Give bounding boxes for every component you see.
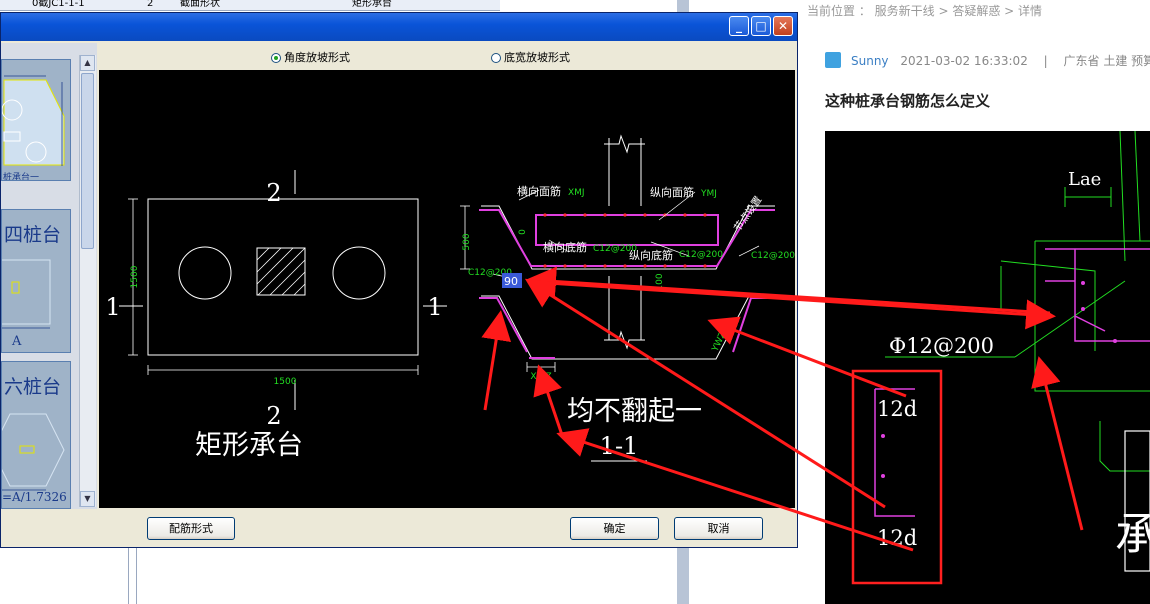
pile-cap-thumbnail-drawing [2,75,65,166]
minimize-button[interactable]: _ [729,16,749,36]
thumbnail-six-pile-cap[interactable]: 六桩台 =A/1.7326 [1,361,71,509]
cad-drawing-canvas[interactable]: 1500 1500 2 2 1 1 矩形承台 横向面筋 XMJ 纵向面筋 YMJ… [99,70,795,508]
section-mark-top: 2 [266,179,281,207]
section-view [460,134,775,372]
post-meta: Sunny 2021-03-02 16:33:02 | 广东省 土建 预算 [825,52,1150,69]
plan-width-dim: 1500 [274,377,297,387]
thumbnail-four-pile-cap[interactable]: 四桩台 A [1,209,71,353]
section-name: 1-1 [600,432,639,460]
section-caption: 均不翻起一 [567,396,702,427]
scrollbar-thumb[interactable] [81,73,94,249]
post-location-tags: 广东省 土建 预算 [1063,54,1150,68]
img-spec-label: Φ12@200 [889,334,994,358]
author-name[interactable]: Sunny [851,54,889,68]
radio-unchecked-icon [491,53,501,63]
post-datetime: 2021-03-02 16:33:02 [900,54,1028,68]
section-mark-left: 1 [105,293,120,321]
row-field: 截面形状 [180,0,220,9]
img-12d-top: 12d [877,397,917,421]
property-table-row: 0截JC1-1-1 2 截面形状 矩形承台 [0,0,500,11]
label-top-rebar-h-code: XMJ [568,188,585,198]
radio-checked-icon [271,53,281,63]
label-node-setting[interactable]: 节点设置 [732,194,765,234]
label-ywz: YWZ [710,330,728,354]
maximize-icon: □ [755,19,767,33]
post-image-drawing: Lae Φ12@200 12d 12d 承 [851,131,1150,585]
six-pile-thumbnail-drawing [2,413,65,491]
thumbnail-scrollbar[interactable]: ▲ ▼ [79,55,96,507]
radio-label: 角度放坡形式 [284,51,350,64]
meta-separator: | [1043,54,1048,68]
cap-section-dialog: _ □ ✕ 桩承台一 四桩台 A 六桩台 =A/1.7326 ▲ ▼ 角度放坡形… [0,12,798,548]
img-char: 承 [1115,509,1150,560]
cancel-button[interactable]: 取消 [674,517,763,540]
thumbnail-dim: A [12,334,22,349]
label-bot-rebar-v: 纵向底筋 [629,248,673,262]
slope-mode-radio-group: 角度放坡形式 底宽放坡形式 [99,43,795,69]
img-lae-label: Lae [1068,169,1101,190]
close-button[interactable]: ✕ [773,16,793,36]
thumbnail-dim: =A/1.7326 [2,490,67,504]
label-top-rebar-h: 横向面筋 [517,184,561,198]
post-title: 这种桩承台钢筋怎么定义 [825,92,991,110]
plan-view [119,170,447,410]
divider [136,548,137,604]
row-number: 2 [147,0,154,9]
divider [128,548,129,604]
close-icon: ✕ [777,19,789,33]
label-top-rebar-v-code: YMJ [700,189,717,199]
scroll-up-arrow[interactable]: ▲ [80,55,95,71]
scroll-down-arrow[interactable]: ▼ [80,491,95,507]
maximize-button[interactable]: □ [751,16,771,36]
four-pile-thumbnail-drawing [2,259,51,329]
breadcrumb[interactable]: 当前位置 ： 服务新干线 > 答疑解惑 > 详情 [807,2,1042,19]
section-mark-bottom: 2 [266,402,281,430]
img-12d-bottom: 12d [877,526,917,550]
angle-input-value[interactable]: 90 [504,275,518,288]
radio-angle-slope[interactable]: 角度放坡形式 [271,49,350,65]
row-left-cell: 0截JC1-1-1 [32,0,85,9]
label-bot-rebar-h: 横向底筋 [543,240,587,254]
rebar-form-button[interactable]: 配筋形式 [147,517,235,540]
section-mark-right: 1 [427,293,442,321]
thumbnail-pile-cap-1[interactable]: 桩承台一 [1,59,71,181]
plan-height-dim: 1500 [130,265,140,288]
label-height: 500 [462,233,472,250]
minimize-icon: _ [736,19,742,33]
cap-drawing: 1500 1500 2 2 1 1 矩形承台 横向面筋 XMJ 纵向面筋 YMJ… [105,134,795,462]
dialog-titlebar[interactable]: _ □ ✕ [1,13,797,41]
row-value[interactable]: 矩形承台 [352,0,392,9]
label-xwz: XWZ [530,372,551,382]
plan-caption: 矩形承台 [195,430,303,461]
label-right-spec: C12@200 [751,251,795,261]
label-top-rebar-v: 纵向面筋 [650,185,694,199]
radio-label: 底宽放坡形式 [504,51,570,64]
thumbnail-label: 桩承台一 [3,173,40,181]
post-image[interactable]: Lae Φ12@200 12d 12d 承 [825,131,1150,604]
article-panel: 当前位置 ： 服务新干线 > 答疑解惑 > 详情 Sunny 2021-03-0… [805,0,1150,604]
ok-button[interactable]: 确定 [570,517,659,540]
radio-width-slope[interactable]: 底宽放坡形式 [491,49,570,65]
label-d: 0 [518,229,528,235]
label-cover: 100 [655,273,665,290]
label-bot-rebar-v-spec: C12@200 [679,250,723,260]
